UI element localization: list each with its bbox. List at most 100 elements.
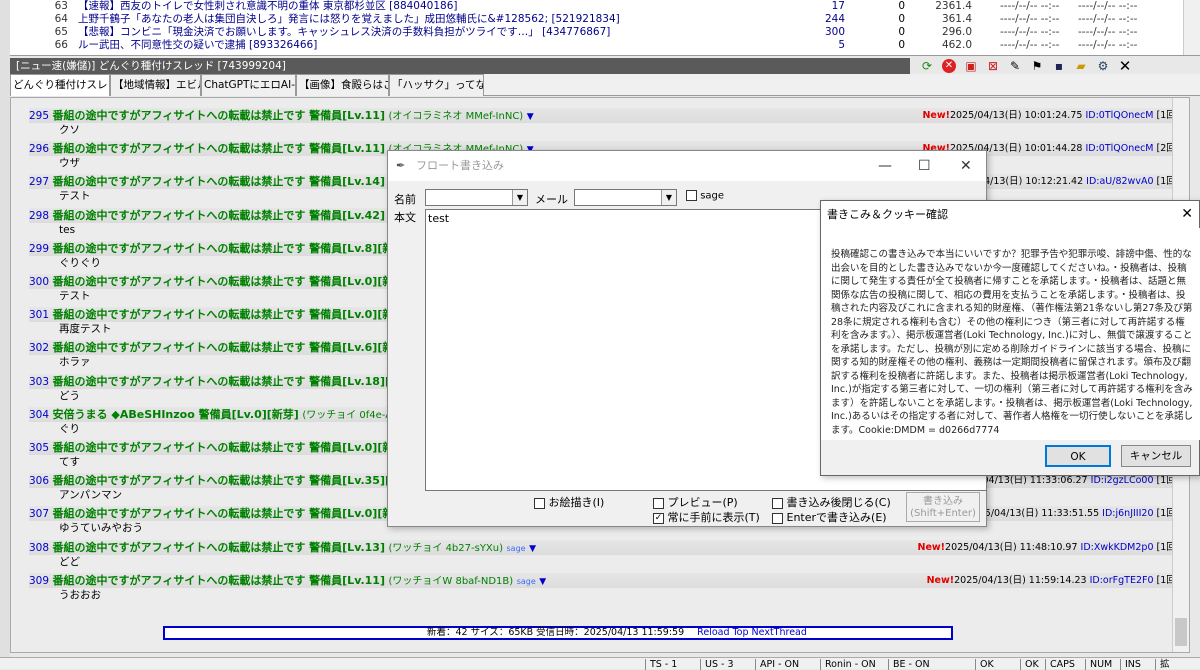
post-id[interactable]: ID:aU/82wvA0 xyxy=(1086,176,1153,187)
post-number[interactable]: 300 xyxy=(29,276,49,288)
bookmark-icon[interactable]: ⚑ xyxy=(1028,58,1046,74)
post-number[interactable]: 308 xyxy=(29,542,49,554)
post-id[interactable]: ID:0TlQOnecM xyxy=(1085,110,1153,121)
thread-list-row[interactable]: 66 ルー武田、不同意性交の疑いで逮捕 [893326466] 5 0 462.0 ---… xyxy=(0,39,1200,52)
cancel-button[interactable]: キャンセル xyxy=(1121,445,1191,467)
folder-icon[interactable]: ▰ xyxy=(1072,58,1090,74)
post-number[interactable]: 304 xyxy=(29,409,49,421)
stop-icon[interactable]: ✕ xyxy=(940,58,958,74)
submit-button[interactable]: 書き込み (Shift+Enter) xyxy=(906,492,980,522)
tab-image[interactable]: 【画像】食殿らはこ( xyxy=(296,74,389,96)
checkbox-icon[interactable] xyxy=(653,497,664,509)
post-number[interactable]: 302 xyxy=(29,342,49,354)
post-meta: (ワッチョイW 8baf-ND1B) xyxy=(388,575,514,587)
post-number[interactable]: 303 xyxy=(29,376,49,388)
status-cell: INS xyxy=(1120,659,1141,670)
post-body: クソ xyxy=(59,124,80,136)
close-icon[interactable]: ✕ xyxy=(960,151,972,181)
new-count: 0 xyxy=(898,0,905,12)
tab-chatgpt[interactable]: ChatGPTにエロAI- xyxy=(201,74,296,96)
post-id[interactable]: ID:0TlQOnecM xyxy=(1085,143,1153,154)
scroll-thumb[interactable] xyxy=(1175,618,1187,646)
ok-button[interactable]: OK xyxy=(1045,445,1111,467)
maximize-icon[interactable]: ☐ xyxy=(918,151,931,181)
last-read: ----/--/-- --:-- xyxy=(1000,26,1060,38)
tab-local-info[interactable]: 【地域情報】エビル! xyxy=(110,74,201,96)
new-badge: New! xyxy=(926,574,955,586)
last-read: ----/--/-- --:-- xyxy=(1000,39,1060,51)
thread-nav-links[interactable]: Reload Top NextThread xyxy=(697,627,807,638)
status-cell: API - ON xyxy=(755,659,799,670)
close-after-checkbox[interactable]: 書き込み後閉じる(C) xyxy=(772,494,891,510)
write-icon[interactable]: ✎ xyxy=(1006,58,1024,74)
post-header: 309 番組の途中ですがアフィサイトへの転載は禁止です 警備員[Lv.11] (… xyxy=(29,572,1189,588)
settings-icon[interactable]: ⚙ xyxy=(1094,58,1112,74)
checkbox-icon[interactable] xyxy=(686,190,697,201)
thread-list-row[interactable]: 64 上野千鶴子「あなたの老人は集団自決しろ」発言には怒りを覚えました」成田悠輔氏… xyxy=(0,13,1200,26)
checkbox-icon[interactable] xyxy=(772,497,783,509)
post-number[interactable]: 309 xyxy=(29,575,49,587)
post-name: 安倍うまる ◆ABeSHInzoo 警備員[Lv.0][新芽] xyxy=(52,407,299,421)
checkbox-icon[interactable] xyxy=(772,512,783,524)
preview-checkbox[interactable]: プレビュー(P) xyxy=(653,494,738,510)
chevron-down-icon[interactable]: ▼ xyxy=(661,190,676,205)
post-number[interactable]: 305 xyxy=(29,442,49,454)
post-number[interactable]: 299 xyxy=(29,243,49,255)
chevron-down-icon[interactable]: ▼ xyxy=(512,190,527,205)
thread-list-scrollbar[interactable] xyxy=(1183,0,1200,55)
post-number[interactable]: 301 xyxy=(29,309,49,321)
post-name: 番組の途中ですがアフィサイトへの転載は禁止です 警備員[Lv.13] xyxy=(52,540,385,554)
status-cell: 拡 xyxy=(1155,659,1170,670)
delete-log-icon[interactable]: ▣ xyxy=(962,58,980,74)
close-icon[interactable]: ✕ xyxy=(1116,57,1134,75)
checkmark-icon[interactable]: ✓ xyxy=(653,512,664,524)
new-count: 0 xyxy=(898,13,905,25)
sage-mark: sage xyxy=(506,543,526,553)
status-cell: Ronin - ON xyxy=(820,659,876,670)
post-name: 番組の途中ですがアフィサイトへの転載は禁止です 警備員[Lv.0][新 xyxy=(52,441,394,454)
close-after-label: 書き込み後閉じる(C) xyxy=(786,496,891,509)
post-id[interactable]: ID:orFgTE2F0 xyxy=(1090,575,1154,586)
mail-combo[interactable]: ▼ xyxy=(574,189,677,206)
name-combo[interactable]: ▼ xyxy=(425,189,528,206)
sage-checkbox[interactable]: sage xyxy=(686,190,724,202)
tab-donguri[interactable]: どんぐり種付けスレ xyxy=(10,74,110,96)
menu-triangle-icon[interactable]: ▼ xyxy=(527,112,534,122)
always-on-top-checkbox[interactable]: ✓ 常に手前に表示(T) xyxy=(653,509,760,525)
post-id[interactable]: ID:i2gzLCo00 xyxy=(1091,475,1154,486)
post-number[interactable]: 297 xyxy=(29,176,49,188)
post-name: 番組の途中ですがアフィサイトへの転載は禁止です 警備員[Lv.18][ xyxy=(52,374,391,388)
thread-list-row[interactable]: 65 【悲報】コンビニ「現金決済でお願いします。キャッシュレス決済の手数料負担がツ… xyxy=(0,26,1200,39)
save-icon[interactable]: ▪ xyxy=(1050,58,1068,74)
thread-speed: 462.0 xyxy=(941,39,972,51)
thread-list-row[interactable]: 63 【速報】西友のトイレで女性刺され意識不明の重体 東京都杉並区 [884040… xyxy=(0,0,1200,13)
thread-speed: 2361.4 xyxy=(935,0,972,12)
post-number[interactable]: 298 xyxy=(29,210,49,222)
post: 309 番組の途中ですがアフィサイトへの転載は禁止です 警備員[Lv.11] (… xyxy=(29,572,1189,606)
post-number[interactable]: 307 xyxy=(29,508,49,520)
refresh-icon[interactable]: ⟳ xyxy=(918,58,936,74)
post-number[interactable]: 296 xyxy=(29,143,49,155)
submit-label: 書き込み xyxy=(923,496,963,507)
checkbox-icon[interactable] xyxy=(534,497,545,509)
res-count: 17 xyxy=(831,0,845,12)
oekaki-checkbox[interactable]: お絵描き(I) xyxy=(534,494,604,510)
post-number[interactable]: 306 xyxy=(29,475,49,487)
compose-titlebar: ✒ フロート書き込み — ☐ ✕ xyxy=(388,151,986,181)
enter-submit-checkbox[interactable]: Enterで書き込み(E) xyxy=(772,509,887,525)
post-id[interactable]: ID:XwkKDM2p0 xyxy=(1081,542,1154,553)
status-cell: OK xyxy=(1020,659,1039,670)
post-id[interactable]: ID:j6nJIII20 xyxy=(1102,508,1153,519)
body-label: 本文 xyxy=(394,211,416,224)
sage-mark: sage xyxy=(516,576,536,586)
submit-shortcut: (Shift+Enter) xyxy=(910,508,976,519)
post-number[interactable]: 295 xyxy=(29,110,49,122)
menu-triangle-icon[interactable]: ▼ xyxy=(539,577,546,587)
minimize-icon[interactable]: — xyxy=(878,151,892,181)
sage-label: sage xyxy=(700,190,725,202)
post-name: 番組の途中ですがアフィサイトへの転載は禁止です 警備員[Lv.0][新 xyxy=(52,507,394,521)
close-icon[interactable]: ✕ xyxy=(1181,201,1193,228)
menu-triangle-icon[interactable]: ▼ xyxy=(529,544,536,554)
close-tab-icon[interactable]: ⊠ xyxy=(984,58,1002,74)
tab-hassaku[interactable]: 「ハッサク」ってなに xyxy=(389,74,484,96)
